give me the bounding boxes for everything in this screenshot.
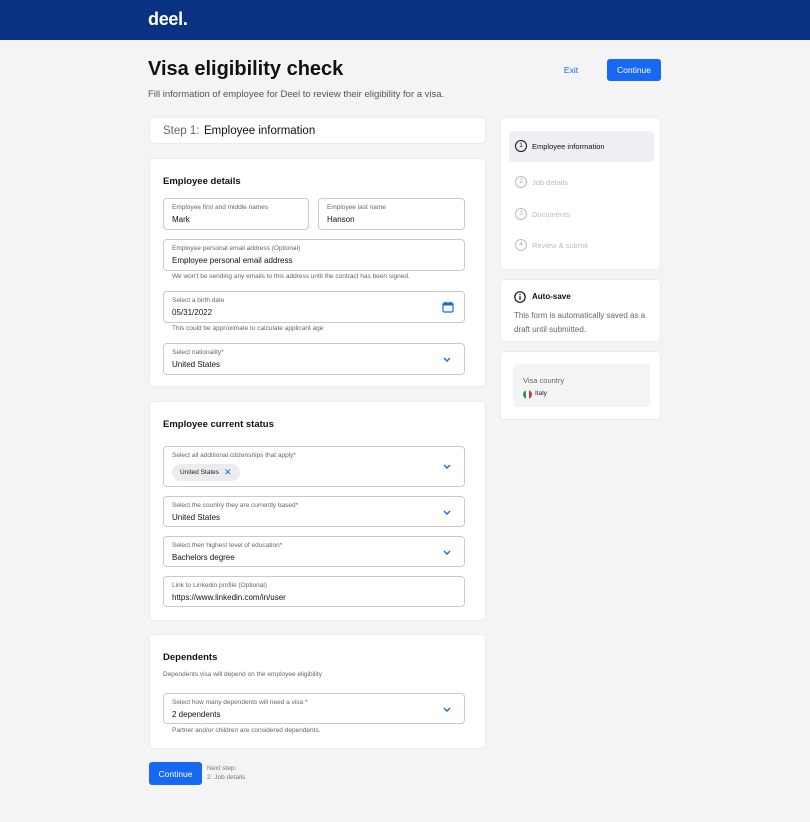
last-name-field[interactable]: Employee last name Hanson xyxy=(318,198,465,230)
continue-button-bottom[interactable]: Continue xyxy=(149,762,202,785)
employee-details-title: Employee details xyxy=(163,176,241,187)
autosave-card: Auto-save This form is automatically sav… xyxy=(500,279,661,342)
based-country-value: United States xyxy=(172,513,221,522)
linkedin-field[interactable]: Link to Linkedin profile (Optional) http… xyxy=(163,576,465,607)
chip-label: United States xyxy=(180,469,220,476)
visa-country-value: Italy xyxy=(535,390,547,397)
email-field[interactable]: Employee personal email address (Optiona… xyxy=(163,239,465,271)
autosave-title: Auto-save xyxy=(532,292,571,301)
dependents-count-value: 2 dependents xyxy=(172,710,221,719)
sidebar-step-label: Documents xyxy=(532,210,570,219)
education-label: Select their highest level of education* xyxy=(172,542,283,549)
step-3-icon: 3 xyxy=(515,208,527,220)
chevron-down-icon xyxy=(443,707,451,712)
dependents-count-label: Select how many dependents will need a v… xyxy=(172,699,308,706)
top-bar: deel. xyxy=(0,0,810,40)
first-name-label: Employee first and middle names xyxy=(172,204,269,211)
step-number: Step 1: xyxy=(163,125,200,137)
nationality-select[interactable]: Select nationality* United States xyxy=(163,343,465,375)
calendar-icon[interactable] xyxy=(442,301,454,313)
last-name-label: Employee last name xyxy=(327,204,386,211)
step-name: Employee information xyxy=(204,125,316,137)
dependents-description: Dependents visa will depend on the emplo… xyxy=(163,671,322,678)
email-label: Employee personal email address (Optiona… xyxy=(172,245,301,252)
deel-logo[interactable]: deel. xyxy=(148,9,188,30)
education-value: Bachelors degree xyxy=(172,553,235,562)
chevron-down-icon xyxy=(443,510,451,515)
sidebar-step-label: Job details xyxy=(532,178,568,187)
step-header: Step 1: Employee information xyxy=(149,117,486,144)
citizenships-select[interactable]: Select all additional citizenships that … xyxy=(163,446,465,487)
citizenships-label: Select all additional citizenships that … xyxy=(172,452,296,459)
visa-country-card: Visa country Italy xyxy=(500,351,661,420)
last-name-value: Hanson xyxy=(327,215,355,224)
dependents-card: Dependents Dependents visa will depend o… xyxy=(149,634,486,749)
email-value: Employee personal email address xyxy=(172,256,293,265)
first-name-field[interactable]: Employee first and middle names Mark xyxy=(163,198,309,230)
next-step-name: 2. Job details xyxy=(207,774,246,781)
visa-country-box: Visa country Italy xyxy=(513,364,650,407)
sidebar-step-label: Review & submit xyxy=(532,241,588,250)
page-title: Visa eligibility check xyxy=(148,58,344,80)
sidebar-steps-card: 1 Employee information 2 Job details 3 D… xyxy=(500,117,661,270)
next-step-label: Next step: xyxy=(207,765,237,772)
based-country-label: Select the country they are currently ba… xyxy=(172,502,299,509)
italy-flag-icon xyxy=(523,390,532,399)
sidebar-step-documents[interactable]: 3 Documents xyxy=(509,199,654,230)
exit-button[interactable]: Exit xyxy=(556,62,586,78)
dependents-count-select[interactable]: Select how many dependents will need a v… xyxy=(163,693,465,724)
continue-button-top[interactable]: Continue xyxy=(607,59,661,81)
info-icon xyxy=(514,291,526,303)
sidebar-step-review-submit[interactable]: 4 Review & submit xyxy=(509,230,654,261)
dependents-title: Dependents xyxy=(163,652,218,663)
nationality-value: United States xyxy=(172,360,221,369)
birth-date-label: Select a birth date xyxy=(172,297,225,304)
chevron-down-icon xyxy=(443,550,451,555)
sidebar-step-label: Employee information xyxy=(532,142,605,151)
based-country-select[interactable]: Select the country they are currently ba… xyxy=(163,496,465,527)
dependents-helper: Partner and/or children are considered d… xyxy=(172,727,321,734)
autosave-text: This form is automatically saved as a dr… xyxy=(514,311,646,334)
current-status-title: Employee current status xyxy=(163,419,274,430)
email-helper: We won't be sending any emails to this a… xyxy=(172,273,410,280)
linkedin-value: https://www.linkedin.com/in/user xyxy=(172,593,286,602)
page-subtitle: Fill information of employee for Deel to… xyxy=(148,89,445,100)
sidebar-step-employee-information[interactable]: 1 Employee information xyxy=(509,131,654,162)
first-name-value: Mark xyxy=(172,215,190,224)
step-1-icon: 1 xyxy=(515,140,527,152)
visa-country-label: Visa country xyxy=(523,376,565,385)
step-4-icon: 4 xyxy=(515,239,527,251)
citizenship-chip: United States ✕ xyxy=(172,464,240,481)
step-2-icon: 2 xyxy=(515,176,527,188)
nationality-label: Select nationality* xyxy=(172,349,224,356)
linkedin-label: Link to Linkedin profile (Optional) xyxy=(172,582,268,589)
employee-details-card: Employee details Employee first and midd… xyxy=(149,158,486,387)
birth-date-value: 05/31/2022 xyxy=(172,308,213,317)
sidebar-step-job-details[interactable]: 2 Job details xyxy=(509,167,654,198)
chevron-down-icon xyxy=(443,357,451,362)
current-status-card: Employee current status Select all addit… xyxy=(149,401,486,621)
birth-date-field[interactable]: Select a birth date 05/31/2022 xyxy=(163,291,465,323)
chevron-down-icon xyxy=(443,464,451,469)
close-icon[interactable]: ✕ xyxy=(224,468,232,477)
birth-date-helper: This could be approximate to calculate a… xyxy=(172,325,324,332)
education-select[interactable]: Select their highest level of education*… xyxy=(163,536,465,567)
